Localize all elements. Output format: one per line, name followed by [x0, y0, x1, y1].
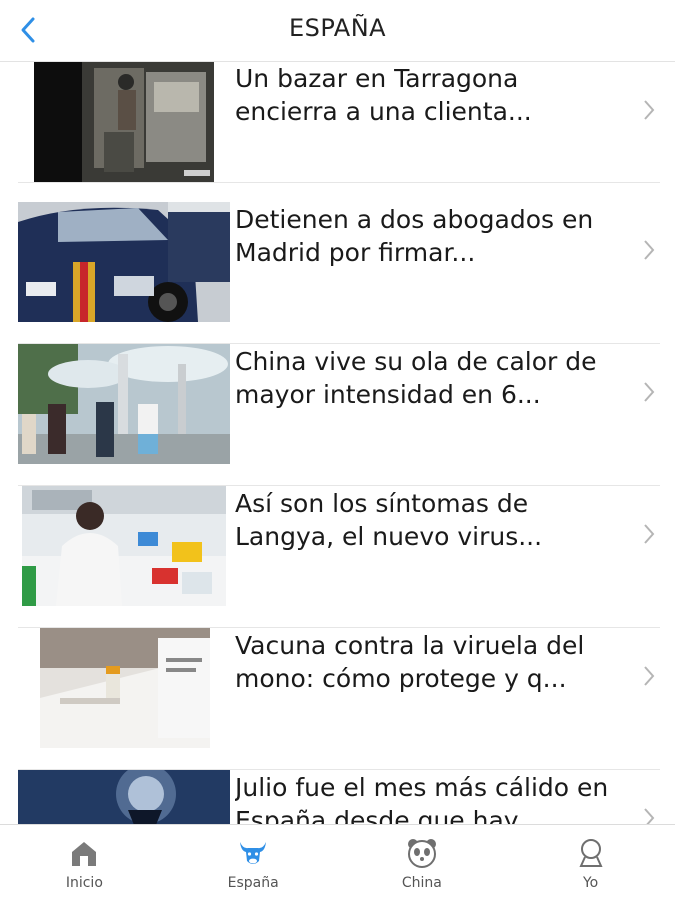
article-item[interactable]: Julio fue el mes más cálido en España de… — [18, 770, 660, 824]
home-icon — [72, 842, 97, 866]
article-headline: Julio fue el mes más cálido en España de… — [235, 773, 609, 824]
article-list[interactable]: Un bazar en Tarragona encierra a una cli… — [0, 62, 675, 824]
article-thumbnail — [34, 62, 214, 182]
top-bar: ESPAÑA — [0, 0, 675, 62]
tab-china[interactable]: China — [338, 825, 507, 900]
tab-label: Yo — [582, 875, 599, 891]
chevron-right-icon — [644, 666, 655, 686]
article-headline: Así son los síntomas de Langya, el nuevo… — [235, 489, 543, 551]
article-thumbnail — [40, 628, 210, 748]
article-item[interactable]: Detienen a dos abogados en Madrid por fi… — [18, 202, 660, 344]
tab-inicio[interactable]: Inicio — [0, 825, 169, 900]
article-thumbnail — [18, 344, 230, 464]
tab-label: China — [401, 875, 442, 891]
panda-icon — [407, 839, 436, 868]
article-thumbnail — [22, 486, 226, 606]
article-thumbnail — [18, 202, 230, 322]
bull-icon — [240, 842, 267, 864]
tab-label: España — [227, 875, 279, 891]
article-thumbnail — [18, 770, 230, 824]
user-icon — [579, 839, 603, 867]
chevron-right-icon — [644, 524, 655, 544]
bottom-tab-bar: Inicio España China Yo — [0, 824, 675, 900]
tab-espana[interactable]: España — [169, 825, 338, 900]
article-item[interactable]: Un bazar en Tarragona encierra a una cli… — [18, 62, 660, 183]
article-headline: Detienen a dos abogados en Madrid por fi… — [235, 205, 594, 267]
chevron-right-icon — [644, 382, 655, 402]
article-headline: China vive su ola de calor de mayor inte… — [235, 347, 597, 409]
chevron-right-icon — [644, 100, 655, 120]
article-headline: Vacuna contra la viruela del mono: cómo … — [235, 631, 585, 693]
tab-yo[interactable]: Yo — [506, 825, 675, 900]
chevron-right-icon — [644, 240, 655, 260]
chevron-right-icon — [644, 808, 655, 824]
article-headline: Un bazar en Tarragona encierra a una cli… — [235, 64, 532, 126]
tab-label: Inicio — [65, 875, 103, 891]
page-title: ESPAÑA — [288, 14, 387, 42]
article-item[interactable]: Vacuna contra la viruela del mono: cómo … — [18, 628, 660, 770]
article-item[interactable]: Así son los síntomas de Langya, el nuevo… — [18, 486, 660, 628]
article-item[interactable]: China vive su ola de calor de mayor inte… — [18, 344, 660, 486]
